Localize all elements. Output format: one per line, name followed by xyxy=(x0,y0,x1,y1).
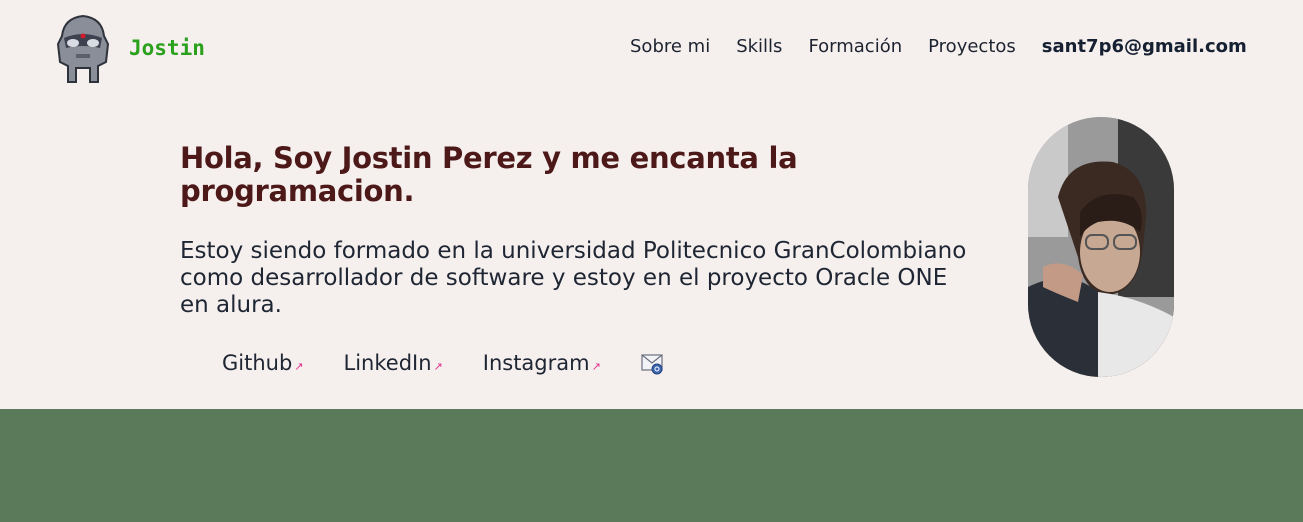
hero-description: Estoy siendo formado en la universidad P… xyxy=(180,238,967,318)
profile-photo-illustration xyxy=(1028,117,1174,377)
nav-link-skills[interactable]: Skills xyxy=(736,36,782,57)
site-header: Jostin Sobre mi Skills Formación Proyect… xyxy=(0,0,1303,100)
instagram-label: Instagram xyxy=(482,351,590,375)
linkedin-link[interactable]: LinkedIn ↗ xyxy=(344,351,443,375)
nav-link-sobre-mi[interactable]: Sobre mi xyxy=(630,36,710,57)
brand-name[interactable]: Jostin xyxy=(129,36,205,60)
github-label: Github xyxy=(222,351,293,375)
nav-link-proyectos[interactable]: Proyectos xyxy=(928,36,1016,57)
linkedin-label: LinkedIn xyxy=(343,351,432,375)
envelope-icon[interactable] xyxy=(641,352,665,376)
external-arrow-icon: ↗ xyxy=(591,360,601,373)
main-nav: Sobre mi Skills Formación Proyectos sant… xyxy=(630,36,1247,57)
external-arrow-icon: ↗ xyxy=(433,360,443,373)
hero-title: Hola, Soy Jostin Perez y me encanta la p… xyxy=(180,141,798,208)
external-arrow-icon: ↗ xyxy=(294,360,304,373)
social-links: Github ↗ LinkedIn ↗ Instagram ↗ xyxy=(222,350,665,376)
metal-mask-icon[interactable] xyxy=(54,14,112,84)
footer-band xyxy=(0,409,1303,522)
instagram-link[interactable]: Instagram ↗ xyxy=(483,351,601,375)
nav-link-formacion[interactable]: Formación xyxy=(808,36,902,57)
profile-photo xyxy=(1028,117,1174,377)
email-link[interactable]: sant7p6@gmail.com xyxy=(1042,36,1247,57)
github-link[interactable]: Github ↗ xyxy=(222,351,304,375)
